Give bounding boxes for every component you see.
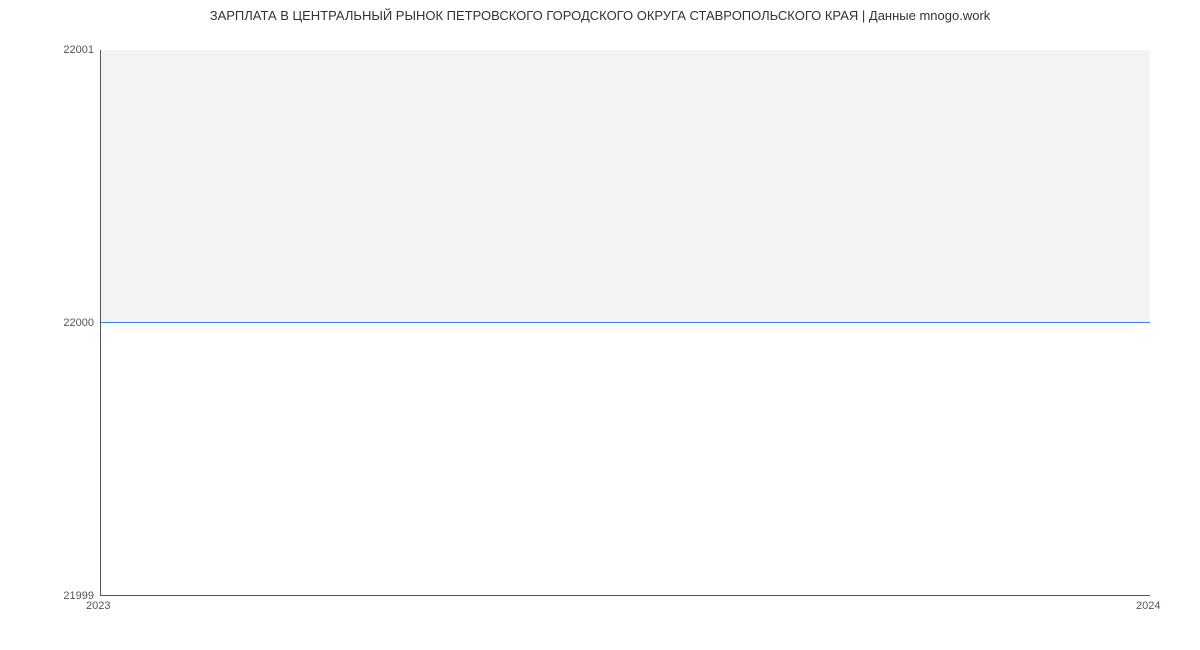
chart-title: ЗАРПЛАТА В ЦЕНТРАЛЬНЫЙ РЫНОК ПЕТРОВСКОГО… bbox=[0, 8, 1200, 23]
y-tick-22000: 22000 bbox=[63, 317, 94, 329]
chart-fill bbox=[101, 50, 1150, 323]
chart-line bbox=[101, 322, 1150, 323]
x-tick-2023: 2023 bbox=[86, 600, 110, 612]
plot-area bbox=[100, 50, 1150, 596]
x-tick-2024: 2024 bbox=[1136, 600, 1160, 612]
y-tick-22001: 22001 bbox=[63, 44, 94, 56]
